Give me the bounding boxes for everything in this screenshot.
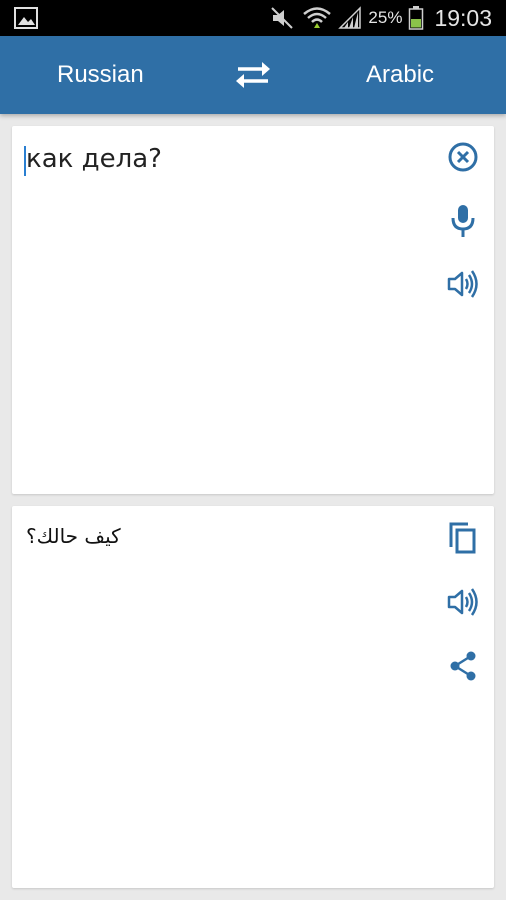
speak-input-button[interactable]	[443, 264, 483, 304]
microphone-button[interactable]	[443, 201, 483, 241]
share-icon	[450, 651, 476, 681]
signal-icon	[338, 6, 362, 29]
translation-text: كيف حالك؟	[26, 524, 121, 548]
source-language-button[interactable]: Russian	[57, 36, 144, 114]
copy-button[interactable]	[443, 518, 483, 558]
clear-icon	[448, 142, 478, 172]
battery-percent: 25%	[368, 8, 403, 27]
input-card: как дела?	[12, 126, 494, 494]
input-text-field[interactable]: как дела?	[26, 144, 162, 174]
target-language-button[interactable]: Arabic	[366, 36, 434, 114]
speak-output-button[interactable]	[443, 582, 483, 622]
battery-icon	[409, 6, 424, 30]
gallery-notification-icon	[14, 7, 38, 29]
output-card: كيف حالك؟	[12, 506, 494, 888]
clock: 19:03	[434, 4, 492, 31]
speaker-icon	[447, 270, 478, 298]
microphone-icon	[451, 205, 475, 237]
share-button[interactable]	[443, 646, 483, 686]
swap-languages-icon[interactable]	[234, 60, 272, 90]
status-bar: 25% 19:03	[0, 0, 506, 36]
clear-button[interactable]	[443, 137, 483, 177]
mute-icon	[271, 7, 294, 29]
language-bar: Russian Arabic	[0, 36, 506, 114]
speaker-icon	[447, 588, 478, 616]
copy-icon	[449, 522, 476, 554]
wifi-icon	[303, 7, 332, 28]
